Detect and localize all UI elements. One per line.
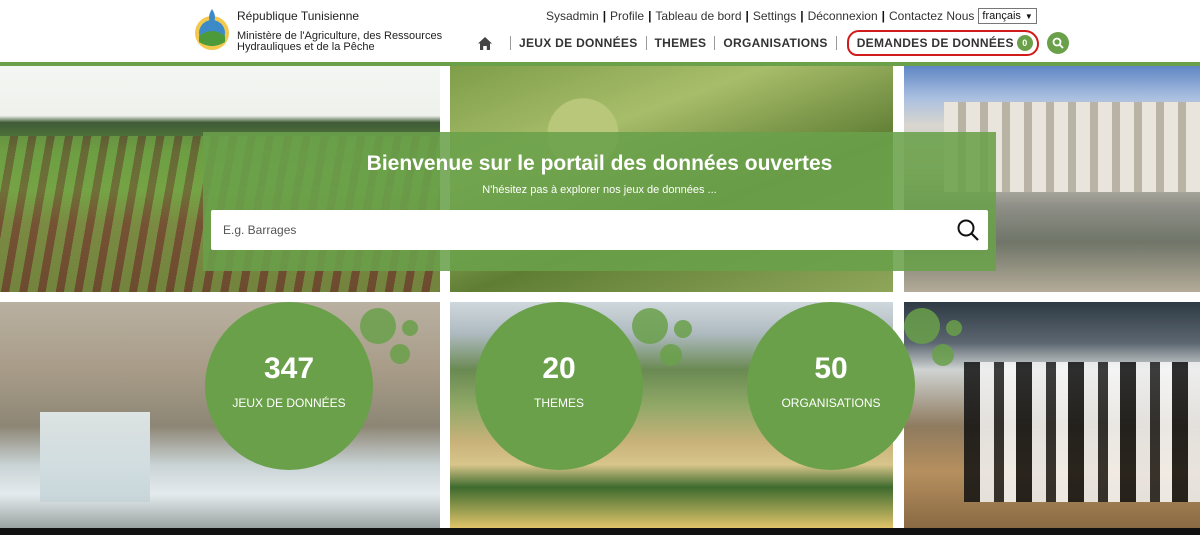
stat-themes-value: 20 — [542, 352, 576, 385]
nav-divider — [714, 36, 716, 50]
org-country: République Tunisienne — [237, 9, 360, 23]
hero-subtitle: N'hésitez pas à explorer nos jeux de don… — [482, 184, 717, 196]
link-contact[interactable]: Contactez Nous — [889, 9, 974, 23]
decorative-bubble — [932, 344, 954, 366]
hero-banner: Bienvenue sur le portail des données ouv… — [203, 132, 996, 271]
decorative-bubble — [904, 308, 940, 344]
decorative-bubble — [360, 308, 396, 344]
decorative-bubble — [632, 308, 668, 344]
stat-datasets-label: JEUX DE DONNÉES — [232, 396, 346, 410]
stat-datasets[interactable]: 347 JEUX DE DONNÉES — [205, 302, 373, 470]
language-value: français — [982, 10, 1021, 22]
link-sysadmin[interactable]: Sysadmin — [546, 9, 599, 23]
stat-organisations-label: ORGANISATIONS — [781, 396, 881, 410]
decorative-bubble — [402, 320, 418, 336]
search-icon[interactable] — [1046, 32, 1069, 54]
chevron-down-icon: ▼ — [1024, 11, 1033, 21]
nav-data-requests[interactable]: DEMANDES DE DONNÉES 0 — [846, 30, 1039, 56]
bottom-edge — [0, 528, 1200, 535]
link-logout[interactable]: Déconnexion — [808, 9, 878, 23]
separator: | — [800, 9, 804, 23]
main-nav: JEUX DE DONNÉES THEMES ORGANISATIONS DEM… — [474, 30, 1069, 56]
link-dashboard[interactable]: Tableau de bord — [655, 9, 741, 23]
link-profile[interactable]: Profile — [610, 9, 644, 23]
separator: | — [881, 9, 885, 23]
decorative-bubble — [390, 344, 410, 364]
photo-dairy-cows — [904, 302, 1200, 528]
nav-data-requests-label: DEMANDES DE DONNÉES — [856, 36, 1014, 50]
nav-organisations[interactable]: ORGANISATIONS — [723, 36, 827, 50]
hero-search — [211, 210, 988, 250]
link-settings[interactable]: Settings — [753, 9, 796, 23]
org-ministry: Ministère de l'Agriculture, des Ressourc… — [237, 31, 457, 53]
nav-datasets[interactable]: JEUX DE DONNÉES — [519, 36, 638, 50]
separator: | — [648, 9, 652, 23]
nav-divider — [645, 36, 647, 50]
utility-links: Sysadmin | Profile | Tableau de bord | S… — [546, 8, 1037, 24]
nav-divider — [510, 36, 511, 50]
site-header: République Tunisienne Ministère de l'Agr… — [0, 0, 1200, 63]
home-icon[interactable] — [474, 33, 496, 53]
nav-themes[interactable]: THEMES — [655, 36, 707, 50]
search-input[interactable] — [211, 210, 948, 250]
stat-themes[interactable]: 20 THEMES — [475, 302, 643, 470]
decorative-bubble — [946, 320, 962, 336]
decorative-bubble — [674, 320, 692, 338]
search-icon[interactable] — [948, 210, 988, 250]
data-requests-count-badge: 0 — [1016, 35, 1033, 51]
nav-divider — [835, 36, 837, 50]
hero-title: Bienvenue sur le portail des données ouv… — [366, 152, 833, 175]
stat-datasets-value: 347 — [263, 352, 315, 385]
language-select[interactable]: français ▼ — [978, 8, 1037, 24]
stat-themes-label: THEMES — [533, 396, 584, 410]
decorative-bubble — [660, 344, 682, 366]
stat-organisations[interactable]: 50 ORGANISATIONS — [747, 302, 915, 470]
ministry-line-2: Hydrauliques et de la Pêche — [237, 41, 375, 53]
separator: | — [602, 9, 607, 23]
separator: | — [745, 9, 749, 23]
ministry-logo[interactable] — [192, 6, 232, 52]
stat-organisations-value: 50 — [814, 352, 848, 385]
